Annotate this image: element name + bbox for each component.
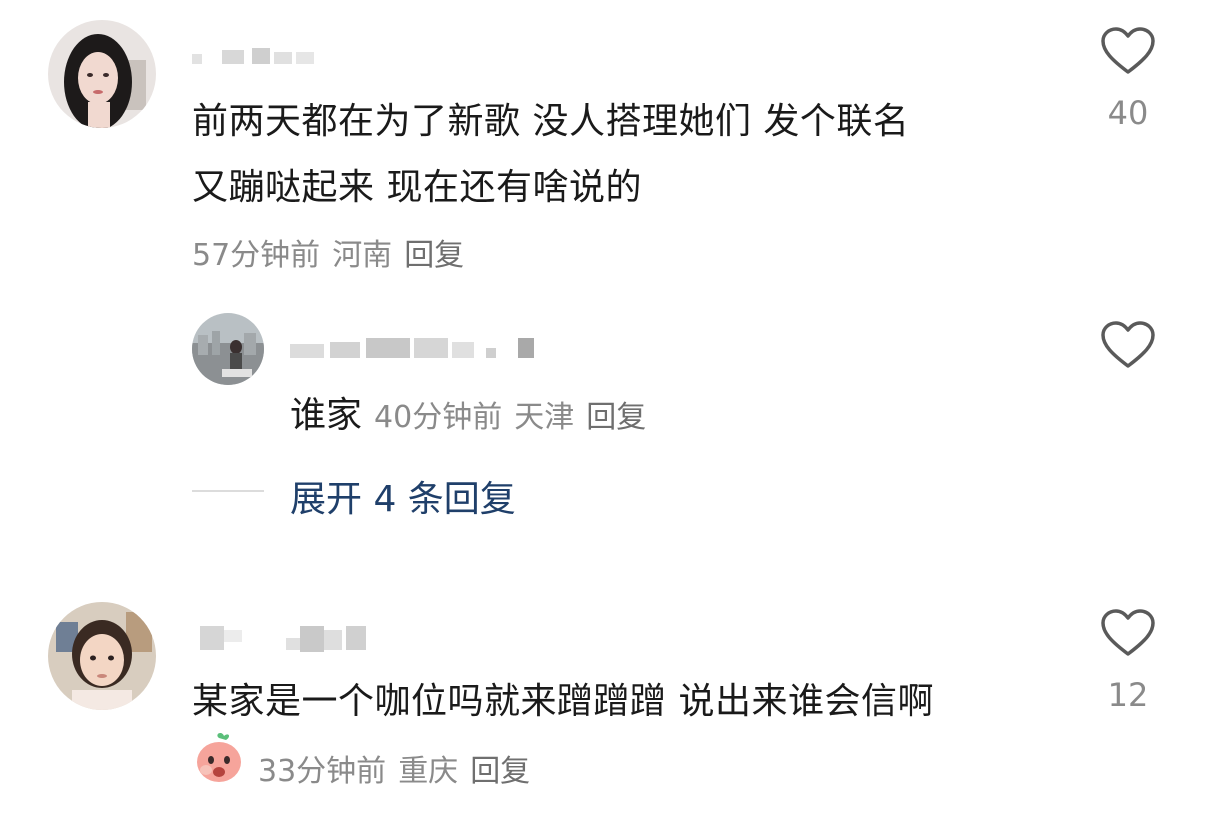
- expand-replies-button[interactable]: 展开 4 条回复: [290, 470, 516, 522]
- comment-meta: 57分钟前 河南 回复: [192, 230, 476, 274]
- comment-location: 河南: [332, 238, 393, 273]
- reply-row: 谁家 40分钟前 天津 回复: [290, 386, 646, 438]
- like-count: 12: [1107, 676, 1149, 714]
- reply-time: 40分钟前: [374, 400, 503, 435]
- comment-location: 重庆: [398, 754, 459, 789]
- reply-button[interactable]: 回复: [470, 754, 530, 789]
- heart-icon: [1101, 27, 1155, 74]
- reply-like-button[interactable]: [1098, 320, 1158, 374]
- heart-icon: [1101, 609, 1155, 656]
- username-blurred[interactable]: [200, 620, 370, 654]
- comment-time: 33分钟前: [258, 754, 387, 789]
- reply-avatar[interactable]: [192, 313, 264, 385]
- like-button[interactable]: 12: [1098, 608, 1158, 714]
- comment-text-line2: 又蹦哒起来 现在还有啥说的: [192, 167, 642, 208]
- comment-text-line1: 某家是一个咖位吗就来蹭蹭蹭 说出来谁会信啊: [192, 681, 934, 722]
- emoji-sticker-icon: [194, 730, 244, 784]
- reply-text: 谁家: [290, 395, 363, 436]
- like-count: 40: [1107, 94, 1149, 132]
- comment-time: 57分钟前: [192, 238, 321, 273]
- avatar[interactable]: [48, 20, 156, 128]
- avatar[interactable]: [48, 602, 156, 710]
- username-blurred[interactable]: [192, 44, 322, 66]
- reply-username-blurred[interactable]: [290, 334, 546, 360]
- heart-icon: [1101, 321, 1155, 368]
- reply-button[interactable]: 回复: [404, 238, 464, 273]
- reply-reply-button[interactable]: 回复: [586, 400, 646, 435]
- comment-meta: 33分钟前 重庆 回复: [258, 746, 542, 790]
- reply-location: 天津: [514, 400, 575, 435]
- expand-divider: [192, 490, 264, 492]
- like-button[interactable]: 40: [1098, 26, 1158, 132]
- comment-text-line1: 前两天都在为了新歌 没人搭理她们 发个联名: [192, 101, 910, 142]
